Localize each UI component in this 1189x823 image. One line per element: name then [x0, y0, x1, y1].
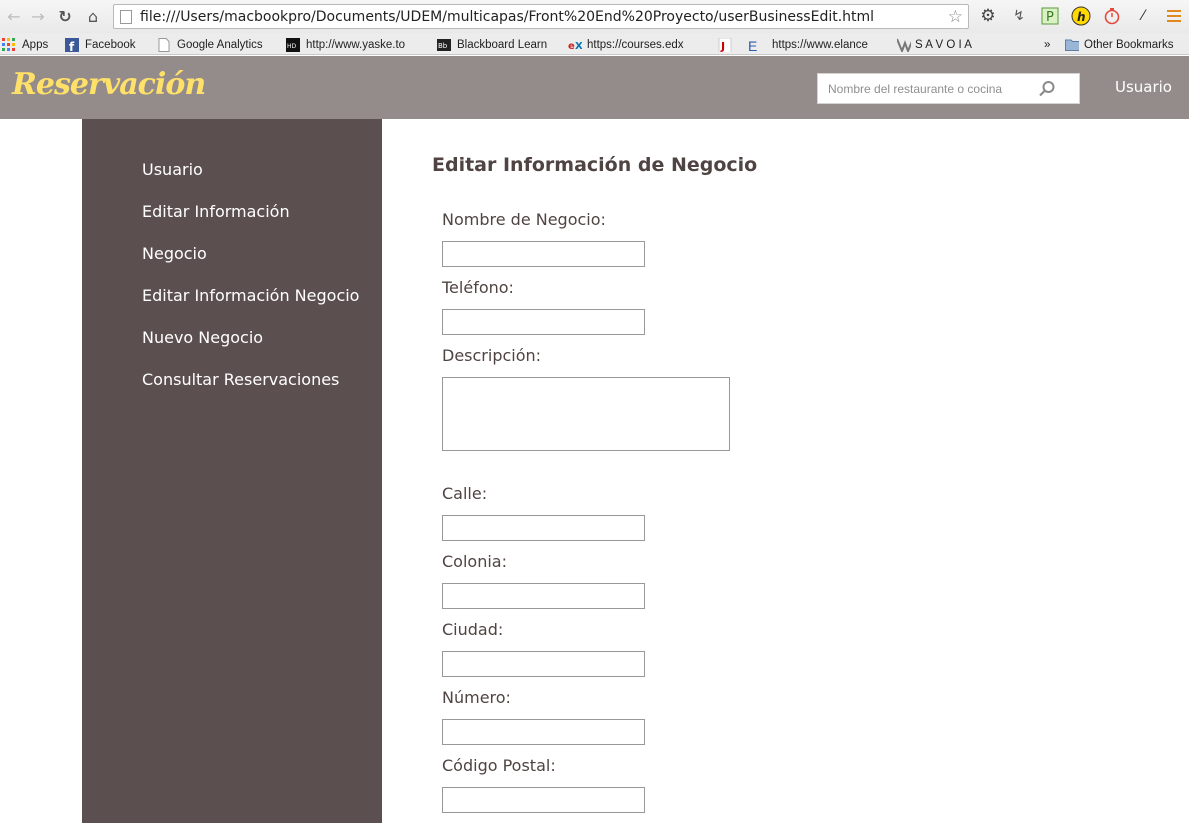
bookmark-label: https://www.elance — [772, 39, 868, 51]
elance-icon: E — [748, 38, 758, 53]
numero-label: Número: — [442, 688, 511, 707]
user-menu-link[interactable]: Usuario — [1115, 78, 1172, 96]
menu-icon[interactable] — [1164, 6, 1184, 26]
sidebar-item-editar-informacion[interactable]: Editar Información — [142, 202, 290, 221]
apps-grid-icon — [2, 38, 15, 51]
hd-icon: HD — [286, 38, 300, 52]
pinterest-p-icon[interactable]: P — [1040, 6, 1060, 26]
other-bookmarks[interactable]: Other Bookmarks — [1065, 37, 1173, 53]
bookmark-label: Blackboard Learn — [457, 39, 548, 51]
telefono-field[interactable] — [442, 309, 645, 335]
bookmark-label: https://courses.edx — [587, 39, 684, 51]
bookmarks-overflow[interactable]: » — [1044, 37, 1050, 53]
bookmark-label: Apps — [22, 39, 49, 51]
bookmark-blackboard[interactable]: Bb Blackboard Learn — [437, 37, 547, 53]
url-text[interactable]: file:///Users/macbookpro/Documents/UDEM/… — [140, 9, 948, 25]
nombre-negocio-field[interactable] — [442, 241, 645, 267]
svg-text:h: h — [1077, 10, 1086, 24]
search-box — [817, 73, 1080, 104]
calle-field[interactable] — [442, 515, 645, 541]
extension-arrow-icon[interactable]: ↯ — [1009, 6, 1029, 26]
page-icon — [158, 38, 170, 52]
blackboard-icon: Bb — [437, 39, 451, 51]
bookmark-facebook[interactable]: f Facebook — [65, 37, 136, 53]
chevron-double-icon: » — [1044, 39, 1051, 51]
timer-icon[interactable] — [1102, 6, 1122, 26]
svg-text:J: J — [720, 40, 725, 52]
sidebar-item-negocio[interactable]: Negocio — [142, 244, 207, 263]
sidebar-item-consultar-reservaciones[interactable]: Consultar Reservaciones — [142, 370, 339, 389]
svg-text:Bb: Bb — [438, 42, 448, 50]
savoia-icon — [897, 38, 911, 52]
edx-icon: eX — [568, 41, 582, 52]
telefono-label: Teléfono: — [442, 278, 514, 297]
bookmark-label: http://www.yaske.to — [306, 39, 406, 51]
honey-h-icon[interactable]: h — [1071, 6, 1091, 26]
descripcion-label: Descripción: — [442, 346, 542, 365]
other-bookmarks-label: Other Bookmarks — [1084, 39, 1174, 51]
eyedropper-icon[interactable]: ⁄ — [1133, 6, 1153, 26]
facebook-icon: f — [65, 38, 79, 52]
svg-text:e: e — [568, 41, 575, 52]
bookmark-label: S A V O I A — [915, 39, 972, 51]
forward-arrow-icon[interactable]: → — [27, 5, 49, 27]
sidebar: Usuario Editar Información Negocio Edita… — [82, 119, 382, 823]
reload-icon[interactable]: ↻ — [54, 5, 76, 27]
bookmark-google-analytics[interactable]: Google Analytics — [157, 37, 263, 53]
bookmarks-bar: Apps f Facebook Google Analytics HD http… — [0, 33, 1189, 55]
ciudad-label: Ciudad: — [442, 620, 504, 639]
brand-logo[interactable]: Reservación — [12, 67, 206, 102]
search-input[interactable] — [828, 81, 1028, 96]
page-icon — [120, 9, 132, 24]
sidebar-item-usuario[interactable]: Usuario — [142, 160, 203, 179]
bookmark-label: Google Analytics — [177, 39, 263, 51]
bookmark-edx[interactable]: eX https://courses.edx — [568, 37, 701, 53]
descripcion-textarea[interactable] — [442, 377, 730, 451]
bookmark-red[interactable]: J — [718, 37, 738, 53]
svg-text:f: f — [69, 40, 75, 52]
calle-label: Calle: — [442, 484, 488, 503]
gear-icon[interactable]: ⚙ — [978, 6, 998, 26]
sidebar-item-editar-informacion-negocio[interactable]: Editar Información Negocio — [142, 286, 359, 305]
bookmark-star-icon[interactable]: ☆ — [948, 7, 963, 27]
browser-toolbar: ← → ↻ ⌂ file:///Users/macbookpro/Documen… — [0, 0, 1189, 33]
address-bar[interactable]: file:///Users/macbookpro/Documents/UDEM/… — [113, 4, 969, 29]
page-title: Editar Información de Negocio — [432, 154, 758, 176]
svg-text:X: X — [575, 41, 582, 52]
search-icon[interactable] — [1038, 80, 1056, 98]
colonia-field[interactable] — [442, 583, 645, 609]
numero-field[interactable] — [442, 719, 645, 745]
svg-text:P: P — [1046, 10, 1054, 25]
colonia-label: Colonia: — [442, 552, 507, 571]
ciudad-field[interactable] — [442, 651, 645, 677]
bookmark-apps[interactable]: Apps — [2, 37, 48, 53]
bookmark-red-icon: J — [718, 38, 732, 52]
bookmark-yaske[interactable]: HD http://www.yaske.to — [286, 37, 420, 53]
app-header: Reservación Usuario — [0, 56, 1189, 119]
bookmark-savoia[interactable]: S A V O I A — [897, 37, 972, 53]
codigo-postal-field[interactable] — [442, 787, 645, 813]
svg-text:HD: HD — [287, 43, 297, 50]
codigo-postal-label: Código Postal: — [442, 756, 556, 775]
home-icon[interactable]: ⌂ — [82, 5, 104, 27]
bookmark-label: Facebook — [85, 39, 136, 51]
nombre-label: Nombre de Negocio: — [442, 210, 606, 229]
folder-icon — [1065, 39, 1079, 51]
sidebar-item-nuevo-negocio[interactable]: Nuevo Negocio — [142, 328, 263, 347]
bookmark-elance[interactable]: E https://www.elance — [748, 37, 880, 53]
back-arrow-icon[interactable]: ← — [3, 5, 25, 27]
